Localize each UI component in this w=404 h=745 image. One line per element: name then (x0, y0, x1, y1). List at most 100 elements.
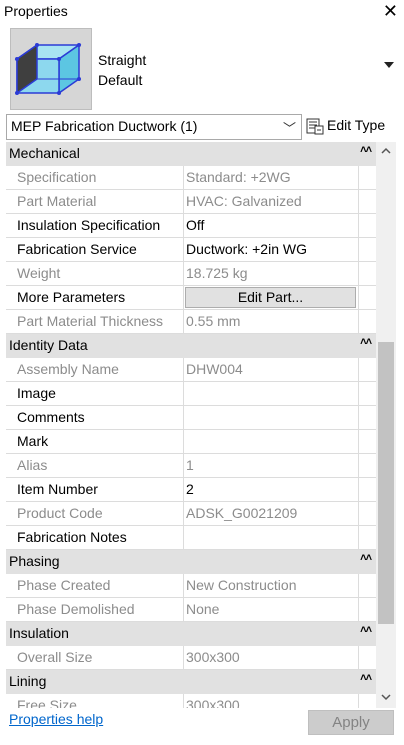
property-row[interactable]: Mark (6, 430, 376, 454)
edit-type-icon (306, 118, 324, 135)
row-spacer (358, 358, 376, 382)
property-name: Fabrication Notes (6, 526, 184, 550)
property-name: Assembly Name (6, 358, 184, 382)
property-value: ADSK_G0021209 (184, 502, 358, 526)
double-chevron-up-icon[interactable]: ˄˄ (360, 672, 372, 684)
property-row[interactable]: Alias 1 (6, 454, 376, 478)
properties-grid[interactable]: Mechanical ˄˄ Specification Standard: +2… (6, 142, 376, 708)
property-row[interactable]: Insulation Specification Off (6, 214, 376, 238)
scroll-down-icon[interactable] (381, 692, 391, 702)
property-row[interactable]: Fabrication Service Ductwork: +2in WG (6, 238, 376, 262)
property-value[interactable] (184, 430, 358, 454)
row-spacer (358, 262, 376, 286)
property-name: Mark (6, 430, 184, 454)
property-row[interactable]: Product Code ADSK_G0021209 (6, 502, 376, 526)
row-spacer (358, 694, 376, 708)
properties-help-link[interactable]: Properties help (9, 711, 103, 727)
property-name: Phase Demolished (6, 598, 184, 622)
property-row[interactable]: More Parameters Edit Part... (6, 286, 376, 310)
apply-button[interactable]: Apply (308, 710, 394, 735)
type-family: Straight (98, 52, 147, 68)
row-spacer (358, 310, 376, 334)
vertical-scrollbar[interactable] (376, 142, 396, 708)
property-row[interactable]: Item Number 2 (6, 478, 376, 502)
property-value[interactable]: 2 (184, 478, 358, 502)
property-name: Comments (6, 406, 184, 430)
property-row[interactable]: Phase Demolished None (6, 598, 376, 622)
property-row[interactable]: Phase Created New Construction (6, 574, 376, 598)
property-value: 0.55 mm (184, 310, 358, 334)
edit-part-button[interactable]: Edit Part... (185, 287, 356, 308)
section-label: Insulation (9, 625, 69, 641)
property-value[interactable] (184, 382, 358, 406)
property-value[interactable] (184, 526, 358, 550)
property-row[interactable]: Part Material Thickness 0.55 mm (6, 310, 376, 334)
section-label: Phasing (9, 553, 60, 569)
property-name: Specification (6, 166, 184, 190)
type-selector[interactable]: Straight Default (6, 24, 396, 110)
property-name: Phase Created (6, 574, 184, 598)
property-row[interactable]: Overall Size 300x300 (6, 646, 376, 670)
section-header-identity-data[interactable]: Identity Data ˄˄ (6, 334, 376, 358)
dropdown-arrow-icon[interactable] (384, 62, 394, 68)
row-spacer (358, 382, 376, 406)
panel-titlebar: Properties ✕ (0, 0, 404, 24)
instance-selector-row: MEP Fabrication Ductwork (1) ﹀ Edit Type (6, 114, 400, 140)
property-name: Insulation Specification (6, 214, 184, 238)
section-header-lining[interactable]: Lining ˄˄ (6, 670, 376, 694)
edit-type-button[interactable]: Edit Type (306, 114, 400, 140)
property-value[interactable]: Ductwork: +2in WG (184, 238, 358, 262)
property-name: Part Material Thickness (6, 310, 184, 334)
property-name: Fabrication Service (6, 238, 184, 262)
row-spacer (358, 646, 376, 670)
property-row[interactable]: Assembly Name DHW004 (6, 358, 376, 382)
property-value[interactable] (184, 406, 358, 430)
double-chevron-up-icon[interactable]: ˄˄ (360, 624, 372, 636)
close-icon[interactable]: ✕ (383, 1, 398, 21)
instance-selector[interactable]: MEP Fabrication Ductwork (1) ﹀ (6, 114, 302, 140)
property-row[interactable]: Comments (6, 406, 376, 430)
property-value: Standard: +2WG (184, 166, 358, 190)
property-row[interactable]: Specification Standard: +2WG (6, 166, 376, 190)
scroll-up-icon[interactable] (381, 146, 391, 156)
edit-type-label: Edit Type (327, 117, 386, 133)
panel-footer: Properties help Apply (0, 708, 404, 745)
property-name: Overall Size (6, 646, 184, 670)
property-row[interactable]: Fabrication Notes (6, 526, 376, 550)
property-value: 300x300 (184, 646, 358, 670)
row-spacer (358, 454, 376, 478)
property-name: Alias (6, 454, 184, 478)
double-chevron-up-icon[interactable]: ˄˄ (360, 144, 372, 156)
row-spacer (358, 526, 376, 550)
section-header-phasing[interactable]: Phasing ˄˄ (6, 550, 376, 574)
property-row[interactable]: Part Material HVAC: Galvanized (6, 190, 376, 214)
property-row[interactable]: Weight 18.725 kg (6, 262, 376, 286)
panel-title: Properties (4, 3, 68, 19)
double-chevron-up-icon[interactable]: ˄˄ (360, 336, 372, 348)
scrollbar-thumb[interactable] (378, 342, 394, 624)
section-header-mechanical[interactable]: Mechanical ˄˄ (6, 142, 376, 166)
double-chevron-up-icon[interactable]: ˄˄ (360, 552, 372, 564)
property-row[interactable]: Image (6, 382, 376, 406)
section-label: Identity Data (9, 337, 88, 353)
property-name: More Parameters (6, 286, 184, 310)
row-spacer (358, 190, 376, 214)
property-value: 18.725 kg (184, 262, 358, 286)
property-name: Product Code (6, 502, 184, 526)
property-value[interactable]: Off (184, 214, 358, 238)
property-name: Free Size (6, 694, 184, 708)
property-name: Weight (6, 262, 184, 286)
row-spacer (358, 478, 376, 502)
row-spacer (358, 238, 376, 262)
type-name: Straight Default (98, 50, 146, 90)
row-spacer (358, 574, 376, 598)
property-name: Part Material (6, 190, 184, 214)
property-row[interactable]: Free Size 300x300 (6, 694, 376, 708)
instance-selector-value: MEP Fabrication Ductwork (1) (11, 118, 198, 134)
property-value: HVAC: Galvanized (184, 190, 358, 214)
property-value: None (184, 598, 358, 622)
type-variant: Default (98, 72, 143, 88)
row-spacer (358, 214, 376, 238)
section-header-insulation[interactable]: Insulation ˄˄ (6, 622, 376, 646)
property-value: DHW004 (184, 358, 358, 382)
